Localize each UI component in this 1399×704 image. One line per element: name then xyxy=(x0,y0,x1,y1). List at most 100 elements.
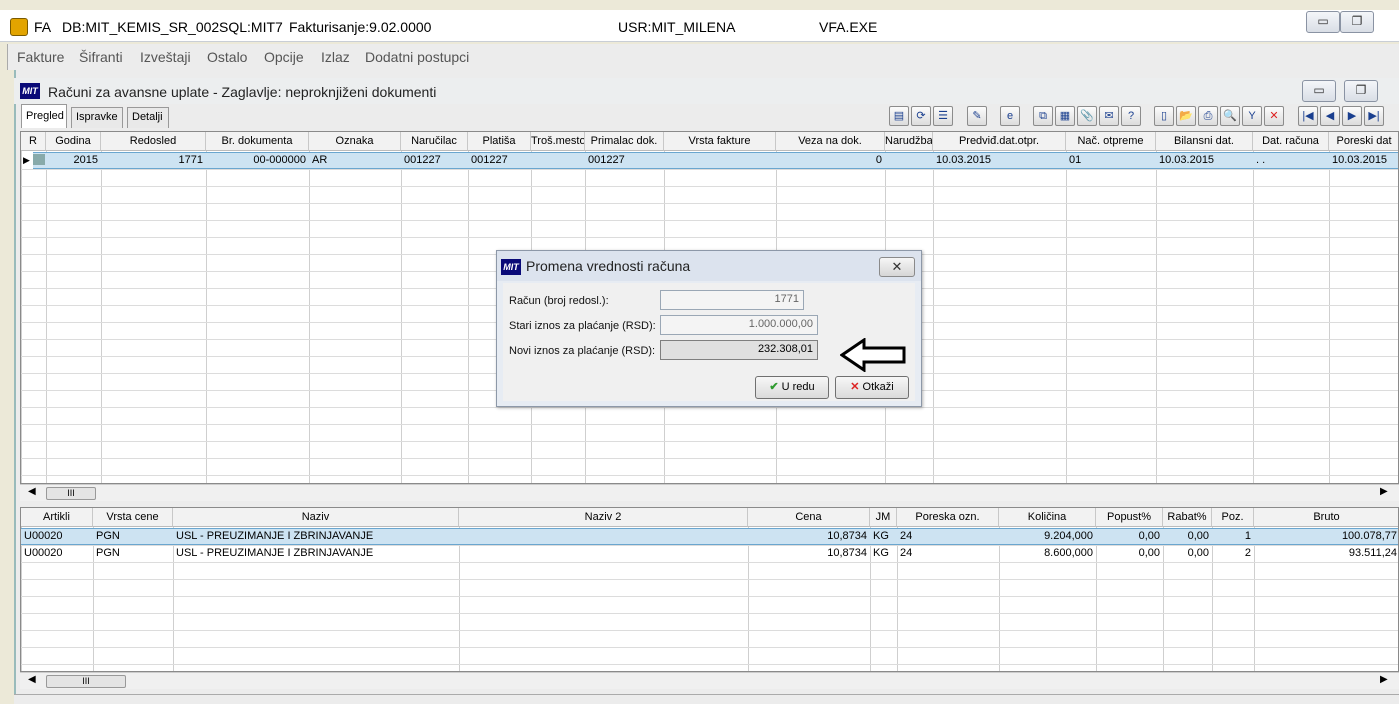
blank-icon[interactable]: ▯ xyxy=(1154,106,1174,126)
prev-icon[interactable]: ◀ xyxy=(1320,106,1340,126)
table-cell[interactable]: PGN xyxy=(96,529,170,544)
invoice-number-field[interactable]: 1771 xyxy=(660,290,804,310)
table-cell[interactable]: 001227 xyxy=(404,153,465,168)
table-cell[interactable]: USL - PREUZIMANJE I ZBRINJAVANJE xyxy=(176,546,456,561)
table-cell[interactable]: 2015 xyxy=(49,153,98,168)
column-header[interactable]: Poreska ozn. xyxy=(897,508,999,527)
new-amount-field[interactable]: 232.308,01 xyxy=(660,340,818,360)
last-icon[interactable]: ▶| xyxy=(1364,106,1384,126)
chat-icon[interactable]: ✉ xyxy=(1099,106,1119,126)
menu-izvestaji[interactable]: Izveštaji xyxy=(140,49,191,65)
stamp-icon[interactable]: ✎ xyxy=(967,106,987,126)
column-header[interactable]: Redosled xyxy=(101,132,206,151)
form-icon[interactable]: ▤ xyxy=(889,106,909,126)
child-minimize-button[interactable]: ▭ xyxy=(1302,80,1336,102)
column-header[interactable]: Oznaka xyxy=(309,132,401,151)
items-grid[interactable]: Artikli Vrsta cene Naziv Naziv 2 Cena JM Pores… xyxy=(20,507,1399,672)
copy-icon[interactable]: ⧉ xyxy=(1033,106,1053,126)
column-header[interactable]: Godina xyxy=(46,132,101,151)
column-header[interactable]: Popust% xyxy=(1096,508,1163,527)
ie-icon[interactable]: e xyxy=(1000,106,1020,126)
menu-izlaz[interactable]: Izlaz xyxy=(321,49,350,65)
table-cell[interactable]: 001227 xyxy=(588,153,661,168)
column-header[interactable]: Količina xyxy=(999,508,1096,527)
scroll-left-arrow-icon[interactable]: ◀ xyxy=(28,486,36,497)
table-cell[interactable]: 10,8734 xyxy=(751,546,867,561)
scroll-thumb[interactable]: III xyxy=(46,675,126,688)
tab-detalji[interactable]: Detalji xyxy=(127,107,169,128)
top-grid-scrollbar[interactable]: ◀ III ▶ xyxy=(20,484,1399,501)
table-cell[interactable]: 0,00 xyxy=(1099,546,1160,561)
tab-ispravke[interactable]: Ispravke xyxy=(71,107,123,128)
column-header[interactable]: Nač. otpreme xyxy=(1066,132,1156,151)
cancel-icon[interactable]: ✕ xyxy=(1264,106,1284,126)
column-header[interactable]: Predviđ.dat.otpr. xyxy=(933,132,1066,151)
attach-icon[interactable]: 📎 xyxy=(1077,106,1097,126)
old-amount-field[interactable]: 1.000.000,00 xyxy=(660,315,818,335)
column-header[interactable]: Poz. xyxy=(1212,508,1254,527)
bottom-grid-scrollbar[interactable]: ◀ III ▶ xyxy=(20,672,1399,689)
column-header[interactable]: Bilansni dat. xyxy=(1156,132,1253,151)
refresh-icon[interactable]: ⟳ xyxy=(911,106,931,126)
column-header[interactable]: Primalac dok. xyxy=(585,132,664,151)
ok-button[interactable]: ✔ U redu xyxy=(755,376,829,399)
column-header[interactable]: Naziv xyxy=(173,508,459,527)
table-cell[interactable]: 10,8734 xyxy=(751,529,867,544)
table-cell[interactable]: 9.204,000 xyxy=(1002,529,1093,544)
table-cell[interactable]: 00-000000 xyxy=(209,153,306,168)
menu-opcije[interactable]: Opcije xyxy=(264,49,304,65)
table-cell[interactable]: KG xyxy=(873,546,894,561)
calc-icon[interactable]: ▦ xyxy=(1055,106,1075,126)
table-cell[interactable]: 0,00 xyxy=(1166,529,1209,544)
help-icon[interactable]: ? xyxy=(1121,106,1141,126)
column-header[interactable]: Poreski dat xyxy=(1329,132,1398,151)
tab-pregled[interactable]: Pregled xyxy=(21,104,67,128)
menu-sifranti[interactable]: Šifranti xyxy=(79,49,123,65)
restore-button[interactable]: ❐ xyxy=(1340,11,1374,33)
scroll-left-arrow-icon[interactable]: ◀ xyxy=(28,674,36,685)
minimize-button[interactable]: ▭ xyxy=(1306,11,1340,33)
table-cell[interactable]: 1771 xyxy=(104,153,203,168)
column-header[interactable]: Cena xyxy=(748,508,870,527)
menu-fakture[interactable]: Fakture xyxy=(17,49,64,65)
table-cell[interactable]: 001227 xyxy=(471,153,528,168)
column-header[interactable]: Vrsta cene xyxy=(93,508,173,527)
menu-dodatni-postupci[interactable]: Dodatni postupci xyxy=(365,49,469,65)
child-restore-button[interactable]: ❐ xyxy=(1344,80,1378,102)
list-icon[interactable]: ☰ xyxy=(933,106,953,126)
first-icon[interactable]: |◀ xyxy=(1298,106,1318,126)
table-cell[interactable]: 01 xyxy=(1069,153,1153,168)
next-icon[interactable]: ▶ xyxy=(1342,106,1362,126)
table-cell[interactable]: U00020 xyxy=(24,546,90,561)
table-cell[interactable]: KG xyxy=(873,529,894,544)
column-header[interactable]: Platiša xyxy=(468,132,531,151)
table-cell[interactable]: U00020 xyxy=(24,529,90,544)
table-cell[interactable]: 2 xyxy=(1215,546,1251,561)
table-cell[interactable]: 1 xyxy=(1215,529,1251,544)
table-cell[interactable]: 8.600,000 xyxy=(1002,546,1093,561)
folder-icon[interactable]: 📂 xyxy=(1176,106,1196,126)
menu-ostalo[interactable]: Ostalo xyxy=(207,49,247,65)
column-header[interactable]: Rabat% xyxy=(1163,508,1212,527)
table-cell[interactable]: USL - PREUZIMANJE I ZBRINJAVANJE xyxy=(176,529,456,544)
table-cell[interactable]: 24 xyxy=(900,546,996,561)
cancel-button[interactable]: ✕ Otkaži xyxy=(835,376,909,399)
table-cell[interactable]: PGN xyxy=(96,546,170,561)
table-cell[interactable]: . . xyxy=(1256,153,1326,168)
column-header[interactable]: Artikli xyxy=(21,508,93,527)
print-icon[interactable]: ⎙ xyxy=(1198,106,1218,126)
table-cell[interactable]: AR xyxy=(312,153,398,168)
column-header[interactable]: Dat. računa xyxy=(1253,132,1329,151)
column-header[interactable]: R xyxy=(21,132,46,151)
table-cell[interactable]: 10.03.2015 xyxy=(936,153,1063,168)
column-header[interactable]: Veza na dok. xyxy=(776,132,885,151)
column-header[interactable]: Troš.mesto xyxy=(531,132,585,151)
table-cell[interactable]: 0,00 xyxy=(1166,546,1209,561)
column-header[interactable]: JM xyxy=(870,508,897,527)
table-cell[interactable]: 10.03.2015 xyxy=(1159,153,1250,168)
find-icon[interactable]: 🔍 xyxy=(1220,106,1240,126)
column-header[interactable]: Naziv 2 xyxy=(459,508,748,527)
table-cell[interactable]: 0 xyxy=(779,153,882,168)
scroll-right-arrow-icon[interactable]: ▶ xyxy=(1380,674,1388,685)
table-cell[interactable]: 93.511,24 xyxy=(1257,546,1397,561)
